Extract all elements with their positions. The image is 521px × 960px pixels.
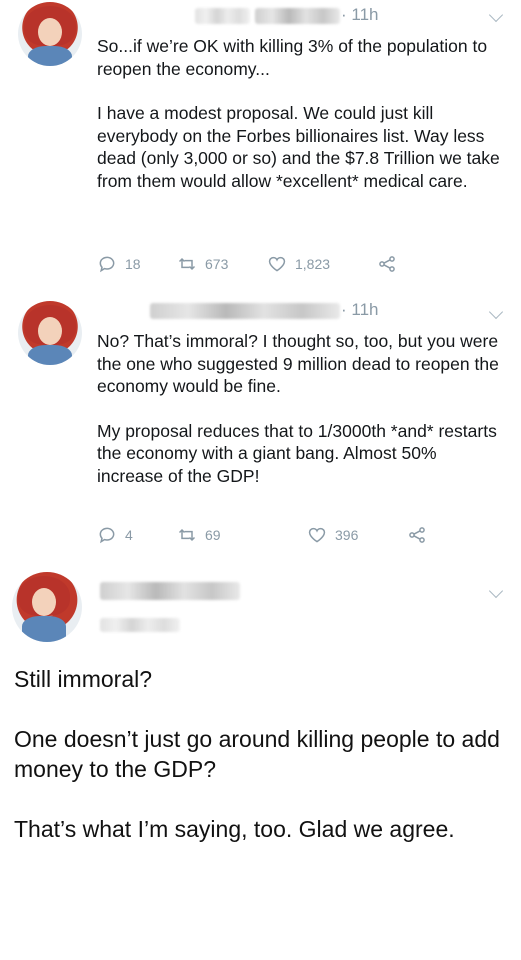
tweet-paragraph: No? That’s immoral? I thought so, too, b… <box>97 331 499 396</box>
retweet-icon <box>178 528 196 542</box>
tweet-paragraph: So...if we’re OK with killing 3% of the … <box>97 36 488 79</box>
reply-button[interactable]: 4 <box>97 525 133 545</box>
reply-icon <box>99 256 115 273</box>
like-count: 396 <box>335 527 359 543</box>
reply-button[interactable]: 18 <box>97 254 141 274</box>
share-icon <box>409 527 425 543</box>
tweet-text: So...if we’re OK with killing 3% of the … <box>97 35 507 192</box>
avatar[interactable] <box>18 301 82 365</box>
tweet-3[interactable]: Still immoral? One doesn’t just go aroun… <box>0 560 521 960</box>
tweet-text: No? That’s immoral? I thought so, too, b… <box>97 330 507 487</box>
tweet-paragraph: Still immoral? <box>14 666 153 692</box>
reply-count: 4 <box>125 527 133 543</box>
share-icon <box>379 256 395 272</box>
blurred-username <box>100 582 240 600</box>
retweet-count: 673 <box>205 256 229 272</box>
chevron-down-icon[interactable] <box>488 583 504 599</box>
chevron-down-icon[interactable] <box>488 304 504 320</box>
like-count: 1,823 <box>295 256 331 272</box>
blurred-username <box>195 8 250 24</box>
like-button[interactable]: 396 <box>307 525 358 545</box>
share-button[interactable] <box>407 525 427 545</box>
retweet-icon <box>178 257 196 271</box>
tweet-text: Still immoral? One doesn’t just go aroun… <box>14 664 509 844</box>
blurred-username <box>150 303 340 319</box>
heart-icon <box>308 527 326 543</box>
reply-icon <box>99 527 115 544</box>
retweet-button[interactable]: 69 <box>177 525 221 545</box>
blurred-username <box>255 8 340 24</box>
heart-icon <box>268 256 286 272</box>
share-button[interactable] <box>377 254 397 274</box>
tweet-paragraph: One doesn’t just go around killing peopl… <box>14 726 500 782</box>
blurred-handle <box>100 618 180 632</box>
retweet-button[interactable]: 673 <box>177 254 228 274</box>
tweet-paragraph: I have a modest proposal. We could just … <box>97 103 500 191</box>
tweet-2[interactable]: · 11h No? That’s immoral? I thought so, … <box>0 285 521 560</box>
chevron-down-icon[interactable] <box>488 7 504 23</box>
avatar[interactable] <box>12 572 82 642</box>
avatar[interactable] <box>18 2 82 66</box>
tweet-actions: 4 69 396 <box>97 525 457 549</box>
tweet-actions: 18 673 1,823 <box>97 254 457 278</box>
tweet-1[interactable]: · 11h So...if we’re OK with killing 3% o… <box>0 0 521 285</box>
timestamp[interactable]: · 11h <box>341 300 379 320</box>
reply-count: 18 <box>125 256 141 272</box>
retweet-count: 69 <box>205 527 221 543</box>
timestamp[interactable]: · 11h <box>341 5 379 25</box>
tweet-paragraph: That’s what I’m saying, too. Glad we agr… <box>14 816 455 842</box>
like-button[interactable]: 1,823 <box>267 254 330 274</box>
tweet-paragraph: My proposal reduces that to 1/3000th *an… <box>97 420 497 486</box>
